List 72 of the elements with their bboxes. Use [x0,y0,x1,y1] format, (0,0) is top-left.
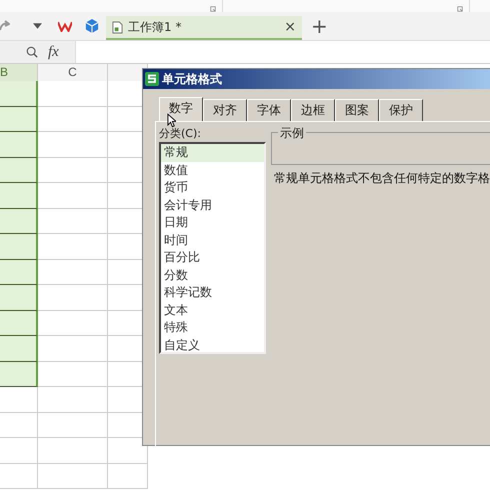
list-item[interactable]: 百分比 [161,249,264,266]
list-item[interactable]: 会计专用 [161,196,264,214]
table-cell[interactable] [0,285,38,310]
table-cell[interactable] [0,438,38,464]
table-cell[interactable] [0,158,38,183]
table-cell[interactable] [0,208,38,234]
table-cell[interactable] [38,208,108,234]
cube-icon[interactable] [85,19,99,33]
close-icon[interactable]: × [284,19,296,35]
list-item[interactable]: 文本 [161,302,264,319]
table-cell[interactable] [108,464,148,489]
list-item[interactable]: 数值 [161,162,264,179]
function-button[interactable]: fx [48,44,59,60]
redo-icon[interactable] [0,20,10,32]
table-cell[interactable] [38,132,108,158]
column-header[interactable]: B [0,64,38,81]
list-item[interactable]: 货币 [161,179,264,196]
table-cell[interactable] [38,81,108,106]
table-cell[interactable] [0,362,38,387]
list-item[interactable]: 分数 [161,266,264,284]
app-logo-icon [145,72,159,86]
zoom-icon[interactable] [26,46,38,58]
category-label: 分类(C): [159,126,202,141]
table-cell[interactable] [0,132,38,158]
table-cell[interactable] [38,464,108,489]
table-cell[interactable] [0,183,38,208]
table-cell[interactable] [38,336,108,362]
formula-input[interactable] [74,41,490,63]
dialog-launcher-icon[interactable] [457,6,463,12]
table-cell[interactable] [38,183,108,208]
table-cell[interactable] [0,81,38,106]
table-cell[interactable] [0,234,38,260]
table-cell[interactable] [38,285,108,310]
table-cell[interactable] [0,412,38,438]
table-cell[interactable] [0,106,38,132]
tab-label: 工作簿1 * [128,18,182,36]
list-item[interactable]: 常规 [161,144,264,162]
list-item[interactable]: 时间 [161,232,264,249]
table-cell[interactable] [0,260,38,285]
table-cell[interactable] [38,387,108,412]
table-cell[interactable] [0,336,38,362]
window-title: 单元格格式 [162,70,222,88]
new-tab-button[interactable]: + [308,16,331,36]
document-tab[interactable]: 工作簿1 * × [106,16,302,40]
table-cell[interactable] [38,260,108,285]
table-cell[interactable] [38,310,108,336]
table-cell[interactable] [38,106,108,132]
tab[interactable]: 图案 [335,99,379,121]
list-item[interactable]: 科学记数 [161,284,264,302]
list-item[interactable]: 特殊 [161,319,264,336]
table-cell[interactable] [0,387,38,412]
caret-icon[interactable] [33,23,42,29]
table-cell[interactable] [38,362,108,387]
tab[interactable]: 边框 [291,99,335,121]
tab[interactable]: 保护 [379,99,423,121]
table-cell[interactable] [38,412,108,438]
tab[interactable]: 数字 [159,97,203,121]
list-item[interactable]: 日期 [161,214,264,232]
table-cell[interactable] [0,464,38,489]
dialog-launcher-icon[interactable] [210,6,216,12]
w-logo-icon[interactable] [58,20,72,32]
table-cell[interactable] [38,234,108,260]
column-header[interactable]: C [38,64,108,81]
description-text: 常规单元格格式不包含任何特定的数字格 [274,170,490,187]
tab[interactable]: 对齐 [203,99,247,121]
tab[interactable]: 字体 [247,99,291,121]
list-item[interactable]: 自定义 [161,336,264,354]
table-cell[interactable] [0,310,38,336]
table-cell[interactable] [38,158,108,183]
group-label: 示例 [278,125,306,142]
spreadsheet-file-icon [112,20,123,34]
table-cell[interactable] [38,438,108,464]
